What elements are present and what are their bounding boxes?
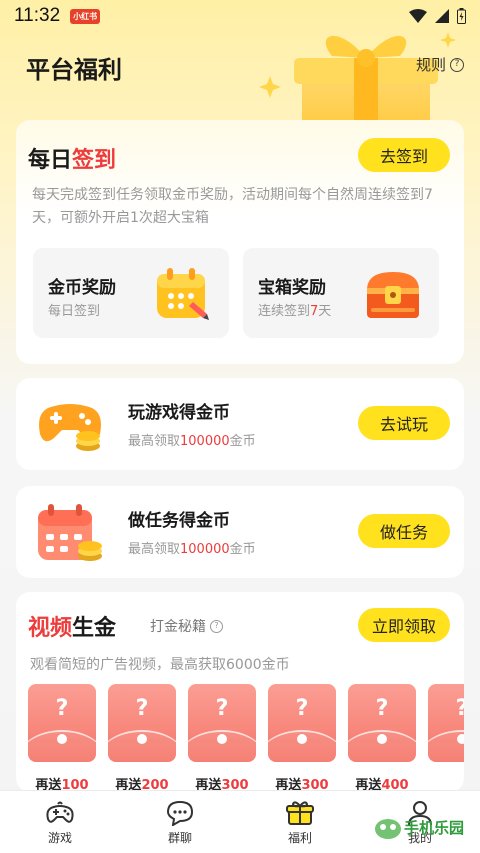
help-icon: ?: [210, 619, 223, 633]
claim-now-button[interactable]: 立即领取: [358, 608, 450, 642]
task-subtitle: 最高领取100000金币: [128, 542, 256, 557]
gift-icon: [286, 800, 314, 825]
play-game-task-card: 玩游戏得金币 最高领取100000金币 去试玩: [16, 378, 464, 470]
signin-title: 每日签到: [28, 142, 116, 174]
daily-signin-card: 每日签到 去签到 每天完成签到任务领取金币奖励，活动期间每个自然周连续签到7天，…: [16, 120, 464, 364]
signin-description: 每天完成签到任务领取金币奖励，活动期间每个自然周连续签到7天，可额外开启1次超大…: [32, 187, 433, 226]
task-title: 玩游戏得金币: [128, 403, 230, 423]
reward-subtitle: 每日签到: [48, 304, 101, 319]
video-title: 视频生金: [28, 610, 116, 642]
red-envelope[interactable]: ?: [428, 684, 464, 762]
task-title: 做任务得金币: [128, 511, 230, 531]
gold-tips-label: 打金秘籍: [150, 619, 206, 635]
reward-title: 金币奖励: [48, 278, 116, 298]
red-envelope[interactable]: ?: [108, 684, 176, 762]
task-calendar-icon: [38, 504, 102, 561]
signin-title-part1: 每日: [28, 148, 73, 173]
try-play-button[interactable]: 去试玩: [358, 406, 450, 440]
signin-title-part2: 签到: [72, 148, 117, 173]
gamepad-icon: [46, 801, 74, 823]
tab-label: 福利: [287, 830, 312, 845]
tab-label: 群聊: [167, 830, 192, 845]
watermark-logo-icon: [375, 819, 401, 839]
do-task-button[interactable]: 做任务: [358, 514, 450, 548]
chat-bubble-icon: [166, 800, 194, 826]
reward-subtitle: 连续签到7天: [258, 304, 332, 319]
do-task-card: 做任务得金币 最高领取100000金币 做任务: [16, 486, 464, 578]
tab-group-chat[interactable]: 群聊: [120, 791, 240, 853]
tab-label: 游戏: [47, 830, 72, 845]
status-time: 11:32: [14, 5, 61, 26]
red-envelope[interactable]: ?: [188, 684, 256, 762]
red-envelope[interactable]: ?: [268, 684, 336, 762]
help-icon: ?: [450, 57, 464, 72]
notification-badge: 小红书: [70, 8, 101, 24]
video-gold-card: 视频生金 打金秘籍 ? 立即领取 观看简短的广告视频，最高获取6000金币 ? …: [16, 592, 464, 792]
reward-title: 宝箱奖励: [258, 278, 326, 298]
calendar-coin-icon: [157, 268, 209, 320]
rules-label: 规则: [415, 56, 446, 74]
video-title-part2: 生金: [72, 616, 117, 641]
treasure-chest-icon: [367, 272, 419, 318]
signin-button[interactable]: 去签到: [358, 138, 450, 172]
task-subtitle: 最高领取100000金币: [128, 434, 256, 449]
chest-reward-box[interactable]: 宝箱奖励 连续签到7天: [243, 248, 439, 338]
watermark: 手机乐园: [374, 811, 474, 845]
watermark-text: 手机乐园: [404, 819, 465, 837]
video-title-part1: 视频: [28, 616, 73, 641]
coin-reward-box[interactable]: 金币奖励 每日签到: [33, 248, 229, 338]
red-envelope-row: ? 再送100 ? 再送200 ? 再送300 ? 再送300 ? 再送400 …: [28, 684, 464, 792]
gamepad-coin-icon: [39, 404, 101, 451]
tab-welfare[interactable]: 福利: [240, 791, 360, 853]
gold-tips-link[interactable]: 打金秘籍 ?: [150, 616, 223, 636]
tab-games[interactable]: 游戏: [0, 791, 120, 853]
rules-link[interactable]: 规则 ?: [416, 54, 464, 75]
red-envelope[interactable]: ?: [348, 684, 416, 762]
red-envelope[interactable]: ?: [28, 684, 96, 762]
page-title: 平台福利: [26, 56, 122, 84]
video-description: 观看简短的广告视频，最高获取6000金币: [30, 657, 290, 673]
